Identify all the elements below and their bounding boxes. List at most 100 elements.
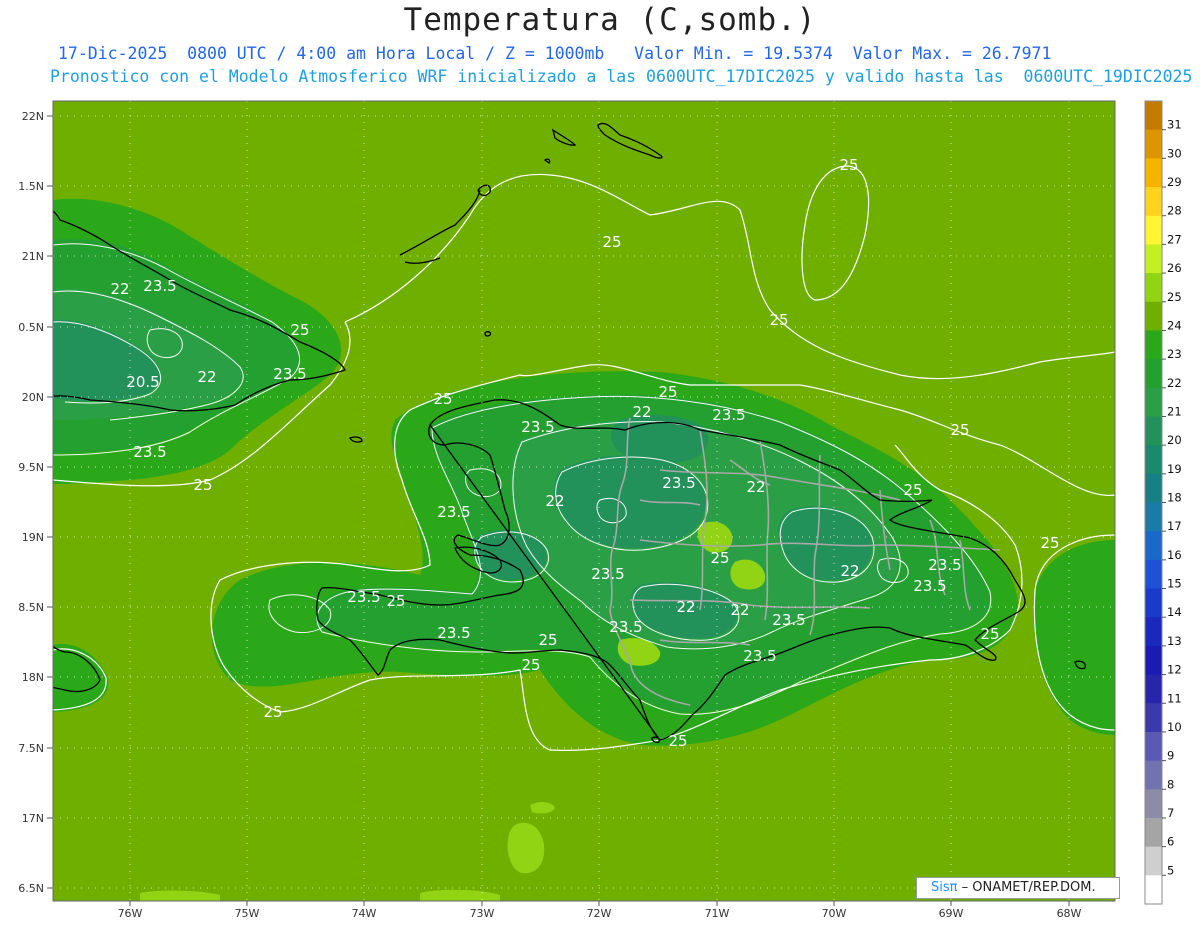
sispi-logo: Sisπ xyxy=(931,880,958,895)
colorbar-swatch xyxy=(1145,187,1162,217)
colorbar-label: 24 xyxy=(1167,318,1182,332)
colorbar-swatch xyxy=(1145,731,1162,762)
colorbar-swatch xyxy=(1145,875,1162,905)
contour-label: 20.5 xyxy=(126,373,159,391)
band-20-core-a xyxy=(642,425,678,445)
colorbar-label: 13 xyxy=(1167,634,1182,648)
colorbar-label: 10 xyxy=(1167,720,1182,734)
contour-label: 22 xyxy=(730,601,749,619)
contour-label: 23.5 xyxy=(743,647,776,665)
colorbar-swatch xyxy=(1145,846,1162,876)
colorbar-swatch xyxy=(1145,559,1162,590)
contour-label: 22 xyxy=(632,403,651,421)
contour-label: 25 xyxy=(433,390,452,408)
colorbar-label: 16 xyxy=(1167,548,1182,562)
lat-label: 21N xyxy=(22,250,44,263)
contour-label: 25 xyxy=(710,549,729,567)
colorbar-swatch xyxy=(1145,817,1162,848)
contour-label: 23.5 xyxy=(143,277,176,295)
lon-label: 76W xyxy=(118,907,143,920)
contour-label: 22 xyxy=(746,478,765,496)
lat-label: 18N xyxy=(22,671,44,684)
contour-label: 25 xyxy=(658,383,677,401)
contour-label: 23.5 xyxy=(133,443,166,461)
lon-label: 70W xyxy=(822,907,847,920)
colorbar-label: 11 xyxy=(1167,691,1182,705)
colorbar-swatch xyxy=(1145,473,1162,503)
colorbar-label: 28 xyxy=(1167,204,1182,218)
lon-label: 73W xyxy=(470,907,495,920)
colorbar-swatch xyxy=(1145,789,1162,819)
lat-label: 20N xyxy=(22,391,44,404)
colorbar-label: 27 xyxy=(1167,232,1182,246)
colorbar-swatch xyxy=(1145,330,1162,360)
colorbar-swatch xyxy=(1145,244,1162,274)
colorbar-label: 21 xyxy=(1167,404,1182,418)
colorbar-swatch xyxy=(1145,416,1162,446)
lon-label: 72W xyxy=(587,907,612,920)
colorbar-swatch xyxy=(1145,703,1162,733)
colorbar-swatch xyxy=(1145,674,1162,704)
contour-label: 25 xyxy=(521,656,540,674)
contour-label: 23.5 xyxy=(609,618,642,636)
contour-label: 23.5 xyxy=(521,418,554,436)
lat-label: 9.5N xyxy=(18,461,44,474)
lon-label: 74W xyxy=(352,907,377,920)
contour-label: 22 xyxy=(840,562,859,580)
colorbar-swatch xyxy=(1145,215,1162,245)
contour-label: 23.5 xyxy=(772,611,805,629)
contour-label: 25 xyxy=(290,321,309,339)
colorbar-label: 6 xyxy=(1167,835,1174,849)
colorbar-label: 8 xyxy=(1167,777,1174,791)
colorbar-swatch xyxy=(1145,387,1162,417)
contour-label: 25 xyxy=(839,156,858,174)
lat-label: 17N xyxy=(22,812,44,825)
credit-box: Sisπ – ONAMET/REP.DOM. xyxy=(916,877,1120,899)
lon-label: 68W xyxy=(1057,907,1082,920)
colorbar-label: 29 xyxy=(1167,175,1182,189)
longitude-labels: 76W 75W 74W 73W 72W 71W 70W 69W 68W xyxy=(118,901,1082,920)
colorbar-label: 9 xyxy=(1167,749,1174,763)
lat-label: 0.5N xyxy=(18,321,44,334)
colorbar-label: 14 xyxy=(1167,605,1182,619)
colorbar-label: 18 xyxy=(1167,491,1182,505)
colorbar-swatch xyxy=(1145,645,1162,676)
colorbar: 31 30 29 28 27 26 25 24 23 22 21 20 19 18 17 16 15 14 13 12… xyxy=(1144,100,1182,905)
lat-label: 19N xyxy=(22,531,44,544)
colorbar-label: 5 xyxy=(1167,863,1174,877)
contour-label: 23.5 xyxy=(712,406,745,424)
colorbar-label: 25 xyxy=(1167,290,1182,304)
contour-label: 23.5 xyxy=(913,577,946,595)
contour-label: 23.5 xyxy=(273,365,306,383)
colorbar-label: 12 xyxy=(1167,663,1182,677)
contour-label: 22 xyxy=(676,598,695,616)
contour-label: 25 xyxy=(668,732,687,750)
contour-label: 23.5 xyxy=(437,624,470,642)
credit-text: – ONAMET/REP.DOM. xyxy=(961,880,1096,895)
colorbar-label: 31 xyxy=(1167,118,1182,132)
contour-label: 25 xyxy=(602,233,621,251)
colorbar-swatch xyxy=(1145,301,1162,331)
contour-label: 22 xyxy=(545,492,564,510)
colorbar-swatch xyxy=(1145,129,1162,159)
contour-label: 23.5 xyxy=(591,565,624,583)
contour-label: 23.5 xyxy=(662,474,695,492)
lat-label: 7.5N xyxy=(18,742,44,755)
colorbar-swatch xyxy=(1145,445,1162,475)
contour-label: 25 xyxy=(950,421,969,439)
lat-label: 6.5N xyxy=(18,882,44,895)
colorbar-label: 22 xyxy=(1167,376,1182,390)
colorbar-label: 17 xyxy=(1167,519,1182,533)
colorbar-swatch xyxy=(1145,617,1162,647)
latitude-labels: 22N 1.5N 21N 0.5N 20N 9.5N 19N 8.5N 18N 7.5N 17N 6.… xyxy=(18,110,53,895)
contour-label: 23.5 xyxy=(347,588,380,606)
temperature-map: 25 25 25 25 25 25 25 25 25 25 25 25 25 25 25 25 25 22 23.5… xyxy=(18,100,1182,920)
lon-label: 75W xyxy=(235,907,260,920)
colorbar-label: 7 xyxy=(1167,806,1174,820)
contour-label: 23.5 xyxy=(437,503,470,521)
contour-label: 25 xyxy=(386,592,405,610)
colorbar-swatch xyxy=(1145,760,1162,790)
colorbar-swatch xyxy=(1145,359,1162,389)
contour-label: 23.5 xyxy=(928,556,961,574)
lon-label: 71W xyxy=(705,907,730,920)
